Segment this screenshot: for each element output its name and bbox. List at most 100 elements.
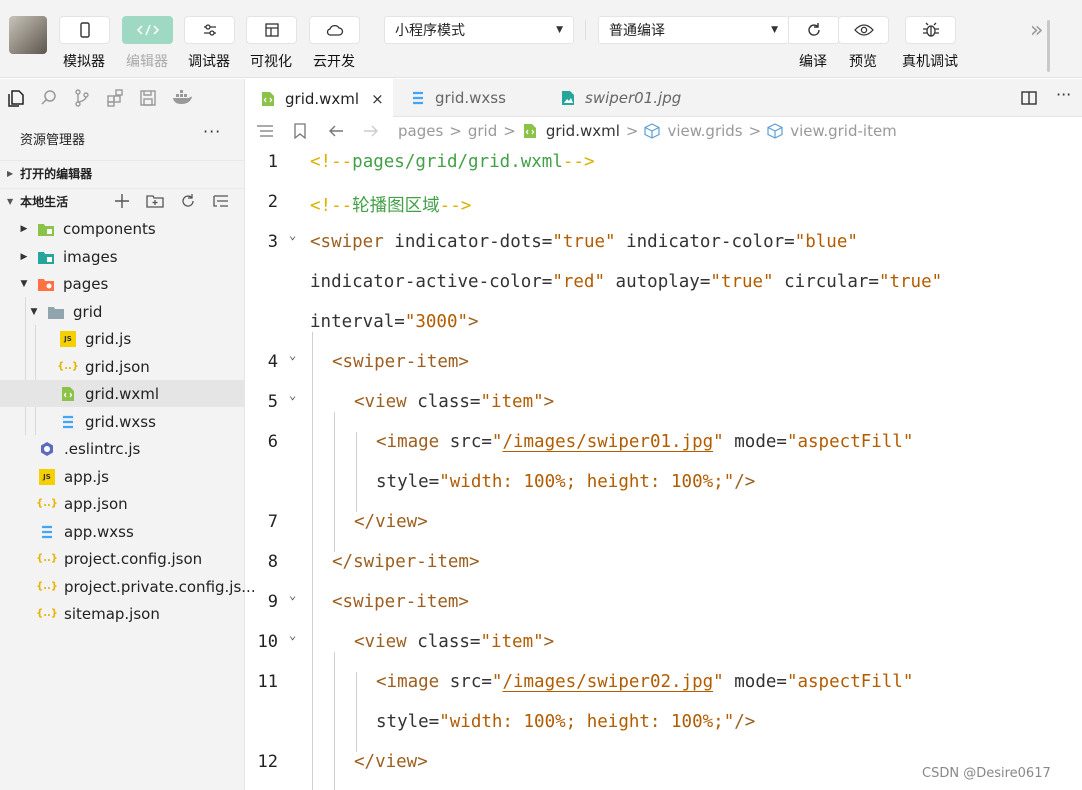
element-icon: [767, 123, 783, 139]
value-token: "width: 100%; height: 100%;": [439, 472, 735, 492]
outline-icon[interactable]: [256, 124, 274, 138]
value-token: "aspectFill": [786, 432, 914, 452]
breadcrumb-item[interactable]: pages: [398, 122, 443, 140]
extensions-icon[interactable]: [105, 88, 125, 108]
expand-toolbar-button[interactable]: »: [1030, 18, 1043, 43]
chevron-right-icon: ▶: [20, 223, 28, 234]
toolbar-scrollbar[interactable]: [1047, 20, 1050, 72]
value-token: "item": [480, 392, 544, 412]
path-link[interactable]: /images/swiper01.jpg: [502, 432, 713, 452]
tree-item-label: grid.js: [85, 329, 132, 348]
docker-icon[interactable]: [171, 88, 193, 108]
split-editor-icon[interactable]: [1020, 89, 1038, 107]
tree-item-label: pages: [63, 274, 109, 293]
json-file-icon: {..}: [57, 361, 79, 372]
tree-item-images[interactable]: ▶ images: [0, 243, 245, 270]
remote-debug-button[interactable]: [905, 16, 956, 44]
tree-item-app-json[interactable]: {..} app.json: [0, 490, 245, 517]
line-number: 10: [257, 632, 278, 652]
project-actions: [112, 191, 231, 211]
fold-chevron-icon[interactable]: ⌄: [289, 388, 296, 402]
tab-grid-wxss[interactable]: grid.wxss: [396, 79, 544, 117]
tree-item-app-js[interactable]: JS app.js: [0, 463, 245, 490]
sliders-icon: [203, 24, 216, 36]
breadcrumb-separator: >: [449, 122, 462, 140]
explorer-more-button[interactable]: ···: [203, 122, 221, 141]
code-line: </view>: [354, 752, 428, 772]
fold-chevron-icon[interactable]: ⌄: [289, 628, 296, 642]
debugger-button[interactable]: [184, 16, 235, 44]
compile-button[interactable]: [788, 16, 839, 44]
code-editor[interactable]: 1 <!--pages/grid/grid.wxml--> 2 <!--轮播图区…: [246, 144, 1082, 790]
code-line: <view class="item">: [354, 392, 554, 412]
tree-item-grid-wxss[interactable]: grid.wxss: [0, 408, 245, 435]
breadcrumb-item[interactable]: view.grids: [667, 122, 742, 140]
breadcrumb-item[interactable]: grid.wxml: [546, 122, 620, 140]
tabs-more-button[interactable]: ···: [1056, 85, 1071, 104]
compile-select[interactable]: 普通编译 ▼: [598, 16, 788, 44]
indent-guide: [334, 412, 335, 552]
close-icon[interactable]: ×: [371, 90, 384, 108]
value-token: "blue": [794, 232, 858, 252]
breadcrumb-item[interactable]: view.grid-item: [790, 122, 897, 140]
tab-grid-wxml[interactable]: grid.wxml ×: [246, 79, 393, 118]
tree-item-grid-js[interactable]: JS grid.js: [0, 325, 245, 352]
explorer-icon[interactable]: [6, 88, 26, 108]
value-token: "true": [552, 232, 616, 252]
tag-token: <image: [376, 432, 440, 452]
chevron-down-icon: ▼: [20, 278, 28, 289]
preview-button[interactable]: [838, 16, 889, 44]
save-icon[interactable]: [138, 88, 158, 108]
refresh-icon[interactable]: [178, 191, 198, 211]
tag-token: />: [734, 712, 756, 732]
tree-item-components[interactable]: ▶ components: [0, 215, 245, 242]
breadcrumb-item[interactable]: grid: [468, 122, 497, 140]
visual-button[interactable]: [246, 16, 297, 44]
simulator-button[interactable]: [59, 16, 110, 44]
editor-label: 编辑器: [126, 54, 168, 70]
tree-item-eslintrc[interactable]: .eslintrc.js: [0, 435, 245, 462]
value-token: ": [713, 432, 724, 452]
tree-item-project-config[interactable]: {..} project.config.json: [0, 545, 245, 572]
open-editors-section[interactable]: ▶ 打开的编辑器: [0, 160, 245, 186]
mode-select[interactable]: 小程序模式 ▼: [384, 16, 574, 44]
path-link[interactable]: /images/swiper02.jpg: [502, 672, 713, 692]
cloud-button[interactable]: [309, 16, 360, 44]
fold-chevron-icon[interactable]: ⌄: [289, 588, 296, 602]
tree-item-pages[interactable]: ▼ pages: [0, 270, 245, 297]
tree-item-app-wxss[interactable]: app.wxss: [0, 518, 245, 545]
tag-token: <view: [354, 392, 407, 412]
tree-item-sitemap[interactable]: {..} sitemap.json: [0, 600, 245, 627]
bookmark-icon[interactable]: [293, 123, 307, 139]
code-line: </swiper-item>: [332, 552, 480, 572]
fold-chevron-icon[interactable]: ⌄: [289, 348, 296, 362]
tree-item-project-private-config[interactable]: {..} project.private.config.js...: [0, 573, 256, 600]
forward-arrow-icon[interactable]: [363, 124, 379, 138]
tree-item-grid-json[interactable]: {..} grid.json: [0, 353, 245, 380]
tree-item-grid-wxml[interactable]: grid.wxml: [0, 380, 245, 407]
compile-select-value: 普通编译: [609, 23, 665, 39]
tree-item-label: grid.wxss: [85, 412, 156, 431]
indent-guide: [312, 332, 313, 790]
breadcrumb-separator: >: [748, 122, 762, 140]
collapse-all-icon[interactable]: [211, 191, 231, 211]
editor-button[interactable]: [122, 16, 173, 44]
code-line: </view>: [354, 512, 428, 532]
indent-guide: [356, 432, 357, 512]
new-file-icon[interactable]: [112, 191, 132, 211]
search-icon[interactable]: [39, 88, 59, 108]
line-number: 2: [267, 192, 278, 212]
line-number: 7: [267, 512, 278, 532]
tag-token: />: [734, 472, 756, 492]
back-arrow-icon[interactable]: [328, 124, 344, 138]
avatar[interactable]: [9, 16, 47, 54]
fold-chevron-icon[interactable]: ⌄: [289, 228, 296, 242]
new-folder-icon[interactable]: [145, 191, 165, 211]
tree-item-grid[interactable]: ▼ grid: [0, 298, 245, 325]
line-number: 1: [267, 152, 278, 172]
source-control-icon[interactable]: [72, 88, 92, 108]
tab-swiper01-jpg[interactable]: swiper01.jpg: [546, 79, 708, 117]
open-editors-label: 打开的编辑器: [20, 167, 93, 181]
js-file-icon: JS: [39, 468, 55, 485]
attr-token: class=: [406, 392, 481, 412]
